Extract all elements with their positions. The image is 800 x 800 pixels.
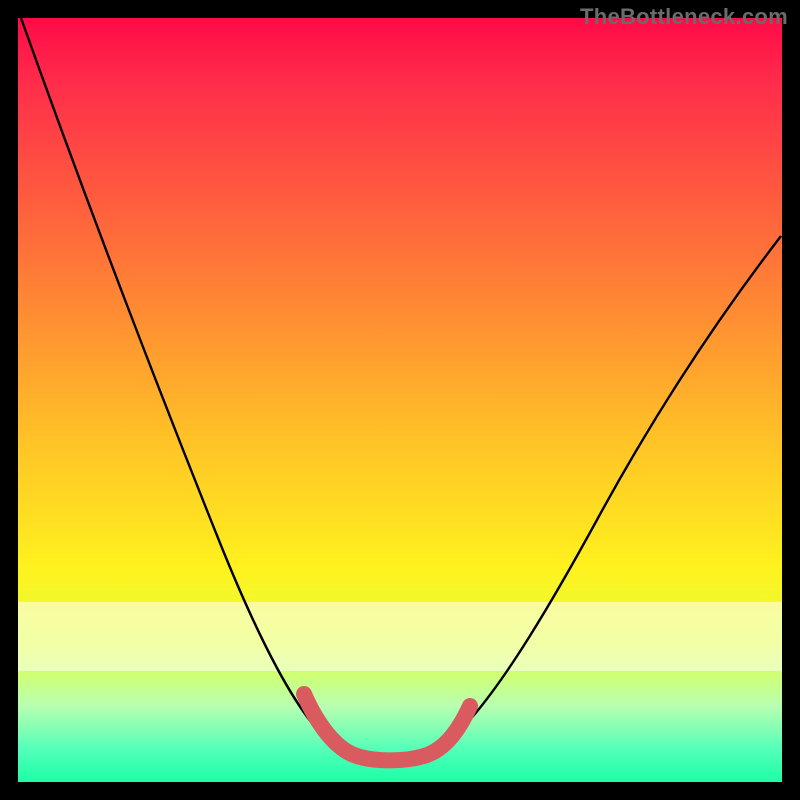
sweet-spot-marker-path bbox=[304, 694, 470, 760]
chart-frame: TheBottleneck.com bbox=[0, 0, 800, 800]
watermark-text: TheBottleneck.com bbox=[580, 4, 788, 30]
bottleneck-curve-path bbox=[21, 18, 781, 760]
chart-svg bbox=[18, 18, 782, 782]
chart-plot-area bbox=[18, 18, 782, 782]
